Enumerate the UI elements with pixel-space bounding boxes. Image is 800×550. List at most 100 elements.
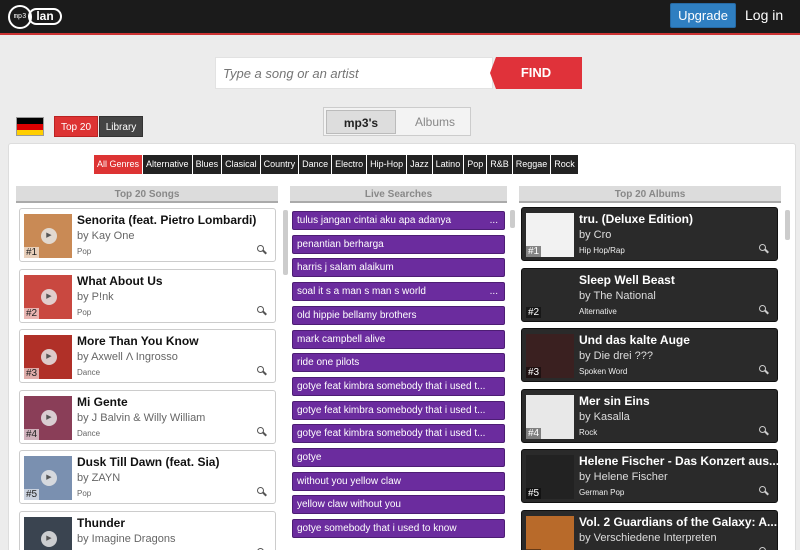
- live-search-text[interactable]: soal it s a man s man s world: [297, 286, 426, 297]
- album-card[interactable]: #3 Und das kalte Auge by Die drei ??? Spoke…: [521, 328, 778, 382]
- genre-r-b[interactable]: R&B: [487, 155, 513, 174]
- live-search-item[interactable]: gotye somebody that i used to know: [292, 519, 505, 539]
- album-card[interactable]: #2 Sleep Well Beast by The National Alterna…: [521, 267, 778, 322]
- live-search-item[interactable]: harris j salam alaikum: [292, 258, 505, 278]
- site-logo[interactable]: mp3 lan: [8, 5, 62, 29]
- play-icon[interactable]: ▶: [41, 409, 57, 426]
- item-artist[interactable]: by The National: [579, 290, 656, 302]
- item-title[interactable]: Thunder: [77, 516, 125, 530]
- genre-rock[interactable]: Rock: [551, 155, 579, 174]
- library-toggle[interactable]: Library: [99, 116, 143, 137]
- album-cover-art[interactable]: #2: [526, 273, 574, 318]
- live-search-text[interactable]: gotye feat kimbra somebody that i used t…: [297, 405, 485, 416]
- song-cover-art[interactable]: ▶ #2: [24, 274, 72, 319]
- live-search-item[interactable]: ride one pilots: [292, 353, 505, 373]
- live-search-item[interactable]: mark campbell alive: [292, 329, 505, 349]
- search-icon[interactable]: [257, 245, 267, 255]
- find-button[interactable]: FIND: [490, 57, 582, 89]
- upgrade-button[interactable]: Upgrade: [670, 3, 736, 28]
- live-search-item[interactable]: gotye feat kimbra somebody that i used t…: [292, 376, 505, 396]
- search-icon[interactable]: [257, 487, 267, 497]
- search-icon[interactable]: [759, 244, 769, 254]
- genre-all-genres[interactable]: All Genres: [94, 155, 144, 174]
- live-search-item[interactable]: penantian berharga: [292, 234, 505, 254]
- album-cover-art[interactable]: #5: [526, 455, 574, 499]
- search-icon[interactable]: [257, 305, 267, 316]
- play-icon[interactable]: ▶: [41, 530, 57, 547]
- live-search-item[interactable]: gotye feat kimbra somebody that i used t…: [292, 424, 505, 444]
- live-search-text[interactable]: without you yellow claw: [297, 476, 401, 487]
- item-artist[interactable]: by Verschiedene Interpreten: [579, 532, 717, 544]
- genre-jazz[interactable]: Jazz: [407, 155, 433, 174]
- genre-blues[interactable]: Blues: [192, 155, 223, 174]
- live-search-text[interactable]: old hippie bellamy brothers: [297, 310, 417, 321]
- album-card[interactable]: #6 Vol. 2 Guardians of the Galaxy: A... by…: [521, 509, 778, 550]
- item-title[interactable]: Mer sin Eins: [579, 394, 650, 408]
- genre-country[interactable]: Country: [260, 155, 300, 174]
- item-artist[interactable]: by P!nk: [77, 291, 114, 303]
- item-artist[interactable]: by J Balvin & Willy William: [77, 412, 205, 424]
- item-title[interactable]: More Than You Know: [77, 334, 199, 348]
- live-search-text[interactable]: penantian berharga: [297, 239, 384, 250]
- live-search-item[interactable]: gotye: [292, 448, 505, 467]
- genre-clasical[interactable]: Clasical: [222, 155, 261, 174]
- live-search-text[interactable]: harris j salam alaikum: [297, 262, 394, 273]
- genre-alternative[interactable]: Alternative: [143, 155, 193, 174]
- top20-toggle[interactable]: Top 20: [54, 116, 98, 137]
- live-search-text[interactable]: mark campbell alive: [297, 334, 385, 345]
- song-cover-art[interactable]: ▶ #1: [24, 214, 72, 258]
- song-cover-art[interactable]: ▶ #3: [24, 335, 72, 379]
- live-search-text[interactable]: gotye feat kimbra somebody that i used t…: [297, 381, 485, 392]
- song-card[interactable]: ▶ #3 More Than You Know by Axwell Λ Ingross…: [19, 329, 276, 383]
- album-cover-art[interactable]: #6: [526, 515, 574, 550]
- album-card[interactable]: #5 Helene Fischer - Das Konzert aus... by …: [521, 449, 779, 503]
- item-artist[interactable]: by Kay One: [77, 230, 134, 242]
- song-card[interactable]: ▶ #5 Dusk Till Dawn (feat. Sia) by ZAYN Pop: [19, 450, 276, 504]
- song-card[interactable]: ▶ #4 Mi Gente by J Balvin & Willy William Da…: [19, 389, 276, 444]
- search-icon[interactable]: [759, 425, 769, 436]
- item-title[interactable]: Dusk Till Dawn (feat. Sia): [77, 455, 219, 469]
- live-search-text[interactable]: yellow claw without you: [297, 499, 401, 510]
- genre-dance[interactable]: Dance: [299, 155, 333, 174]
- live-search-text[interactable]: gotye: [297, 452, 321, 463]
- item-artist[interactable]: by ZAYN: [77, 472, 120, 484]
- search-icon[interactable]: [257, 366, 267, 376]
- live-scrollbar[interactable]: [510, 210, 515, 228]
- song-cover-art[interactable]: ▶ #5: [24, 456, 72, 500]
- song-cover-art[interactable]: ▶#6: [24, 516, 72, 550]
- item-title[interactable]: Und das kalte Auge: [579, 333, 690, 347]
- song-cover-art[interactable]: ▶ #4: [24, 395, 72, 440]
- live-search-text[interactable]: gotye feat kimbra somebody that i used t…: [297, 428, 485, 439]
- item-title[interactable]: What About Us: [77, 274, 163, 288]
- live-search-item[interactable]: soal it s a man s man s world...: [292, 282, 505, 302]
- search-icon[interactable]: [759, 546, 769, 550]
- genre-pop[interactable]: Pop: [464, 155, 488, 174]
- play-icon[interactable]: ▶: [41, 470, 57, 486]
- search-icon[interactable]: [759, 304, 769, 315]
- genre-hip-hop[interactable]: Hip-Hop: [367, 155, 408, 174]
- item-title[interactable]: Mi Gente: [77, 395, 128, 409]
- search-input[interactable]: [215, 57, 493, 89]
- item-artist[interactable]: by Imagine Dragons: [77, 533, 175, 545]
- item-artist[interactable]: by Axwell Λ Ingrosso: [77, 351, 178, 363]
- search-icon[interactable]: [759, 365, 769, 375]
- genre-reggae[interactable]: Reggae: [512, 155, 552, 174]
- item-artist[interactable]: by Kasalla: [579, 411, 630, 423]
- tab-mp3s[interactable]: mp3's: [326, 110, 396, 134]
- album-cover-art[interactable]: #4: [526, 394, 574, 439]
- play-icon[interactable]: ▶: [41, 288, 57, 305]
- live-search-text[interactable]: gotye somebody that i used to know: [297, 523, 457, 534]
- live-search-item[interactable]: tulus jangan cintai aku apa adanya...: [292, 211, 505, 230]
- album-cover-art[interactable]: #3: [526, 334, 574, 378]
- song-card[interactable]: ▶ #1 Senorita (feat. Pietro Lombardi) by Ka…: [19, 208, 276, 262]
- album-card[interactable]: #4 Mer sin Eins by Kasalla Rock: [521, 388, 778, 443]
- play-icon[interactable]: ▶: [41, 228, 57, 244]
- album-cover-art[interactable]: #1: [526, 213, 574, 257]
- item-title[interactable]: Sleep Well Beast: [579, 273, 675, 287]
- genre-electro[interactable]: Electro: [332, 155, 368, 174]
- live-search-item[interactable]: without you yellow claw: [292, 471, 505, 491]
- item-artist[interactable]: by Die drei ???: [579, 350, 653, 362]
- play-icon[interactable]: ▶: [41, 349, 57, 365]
- item-title[interactable]: Helene Fischer - Das Konzert aus...: [579, 454, 779, 468]
- item-title[interactable]: Senorita (feat. Pietro Lombardi): [77, 213, 256, 227]
